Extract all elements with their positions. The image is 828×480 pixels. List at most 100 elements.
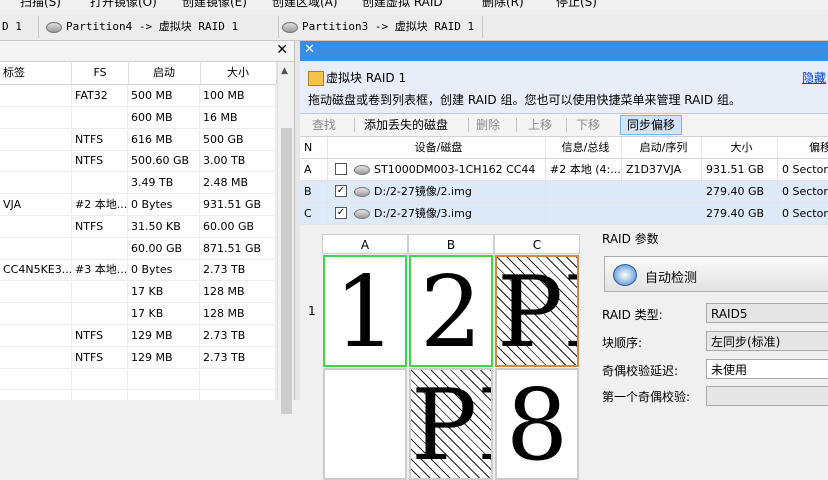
table-row[interactable]: CC4N5KE3... #3 本地... 0 Bytes 2.73 TB <box>0 259 276 282</box>
disk-checkbox[interactable] <box>335 163 347 175</box>
disk-checkbox[interactable]: ✓ <box>335 207 347 219</box>
cell-label <box>0 215 72 237</box>
col-fs[interactable]: FS <box>72 62 129 84</box>
table-row[interactable] <box>0 368 276 391</box>
col-offset[interactable]: 偏移 <box>778 137 828 158</box>
left-scrollbar[interactable]: ▲ <box>277 62 295 414</box>
cell-start <box>128 368 200 390</box>
disk-row[interactable]: BD:/2-27镜像/2.img279.40 GB0 Sectors✓ <box>300 181 828 203</box>
menu-create-image[interactable]: 创建镜像(E) <box>182 0 247 10</box>
first-parity-select[interactable] <box>706 386 828 406</box>
menu-stop[interactable]: 停止(S) <box>556 0 597 10</box>
parity-delay-select[interactable]: 未使用 <box>706 359 828 379</box>
col-serial[interactable]: 启动/序列 <box>622 137 702 158</box>
disk-table-header: N 设备/磁盘 信息/总线 启动/序列 大小 偏移 <box>300 137 828 159</box>
disk-cell-size: 279.40 GB <box>702 181 778 202</box>
col-disk-size[interactable]: 大小 <box>702 137 778 158</box>
grid-col-c: C <box>494 234 580 254</box>
cell-size: 2.73 TB <box>200 346 276 368</box>
cell-size: 500 GB <box>200 128 276 150</box>
add-missing-disk-button[interactable]: 添加丢失的磁盘 <box>358 114 454 136</box>
col-start[interactable]: 启动 <box>128 62 201 84</box>
disk-row[interactable]: A ST1000DM003-1CH162 CC44 #2 本地 (4:... Z1D3… <box>300 159 828 181</box>
pin-icon[interactable]: ✕ <box>304 42 315 57</box>
menu-scan[interactable]: 扫描(S) <box>20 0 61 10</box>
table-row[interactable]: VJA #2 本地... 0 Bytes 931.51 GB <box>0 194 276 216</box>
stripe-block[interactable]: 1 <box>323 255 407 367</box>
col-label[interactable]: 标签 <box>0 62 72 84</box>
table-row[interactable]: NTFS 31.50 KB 60.00 GB <box>0 215 276 238</box>
col-info[interactable]: 信息/总线 <box>546 137 622 158</box>
col-n[interactable]: N <box>300 137 328 158</box>
table-row[interactable]: 17 KB 128 MB <box>0 303 276 325</box>
cell-label <box>0 390 72 400</box>
menu-create-raid[interactable]: 创建虚拟 RAID <box>362 0 443 10</box>
table-row[interactable]: NTFS 616 MB 500 GB <box>0 128 276 151</box>
disk-checkbox[interactable]: ✓ <box>335 185 347 197</box>
col-size[interactable]: 大小 <box>200 62 277 84</box>
raid-type-label: RAID 类型: <box>602 308 663 322</box>
cell-start: 60.00 GB <box>128 237 200 259</box>
cell-label <box>0 303 72 324</box>
parity-block[interactable]: PD <box>409 368 493 480</box>
table-row[interactable]: 17 KB 128 MB <box>0 281 276 304</box>
raid-stripe-grid: A B C 1 1 2 PD PD 8 <box>300 226 590 480</box>
cell-start: 500 MB <box>128 85 200 106</box>
stripe-block[interactable]: 8 <box>495 368 579 480</box>
menubar: 扫描(S) 打开镜像(O) 创建镜像(E) 创建区域(A) 创建虚拟 RAID … <box>0 0 828 14</box>
cell-size <box>200 368 276 390</box>
raid-info-panel: 虚拟块 RAID 1 隐藏 拖动磁盘或卷到列表框，创建 RAID 组。您也可以使… <box>300 61 828 114</box>
cell-fs <box>72 303 128 324</box>
cell-fs <box>72 390 128 400</box>
tab-disk[interactable]: D 1 <box>0 16 39 38</box>
block-order-select[interactable]: 左同步(标准) <box>706 331 828 351</box>
table-row[interactable]: 60.00 GB 871.51 GB <box>0 237 276 260</box>
find-button[interactable]: 查找 <box>306 114 342 136</box>
menu-delete[interactable]: 删除(R) <box>482 0 524 10</box>
stripe-block[interactable]: 2 <box>409 255 493 367</box>
left-pane-header: ✕ <box>0 41 294 62</box>
cell-label <box>0 172 72 194</box>
delete-button[interactable]: 删除 <box>470 114 506 136</box>
move-down-button[interactable]: 下移 <box>570 114 606 136</box>
table-row[interactable]: NTFS 500.60 GB 3.00 TB <box>0 150 276 173</box>
block-order-label: 块顺序: <box>602 336 643 350</box>
cell-size: 128 MB <box>200 303 276 324</box>
parity-block[interactable]: PD <box>495 255 579 367</box>
cell-label <box>0 150 72 172</box>
raid-type-select[interactable]: RAID5 <box>706 303 828 323</box>
raid-description: 拖动磁盘或卷到列表框，创建 RAID 组。您也可以使用快捷菜单来管理 RAID … <box>308 93 741 107</box>
table-row[interactable]: FAT32 500 MB 100 MB <box>0 85 276 107</box>
table-row[interactable]: 3.49 TB 2.48 MB <box>0 172 276 195</box>
scroll-up-icon[interactable]: ▲ <box>281 66 288 76</box>
cell-size: 128 MB <box>200 281 276 303</box>
sync-offset-button[interactable]: 同步偏移 <box>620 115 683 135</box>
auto-detect-button[interactable]: 自动检测 <box>604 256 828 292</box>
scroll-thumb[interactable] <box>281 128 292 414</box>
tab-partition3[interactable]: Partition3 -> 虚拟块 RAID 1 <box>280 16 483 38</box>
cell-start: 17 KB <box>128 303 200 324</box>
raid-params: RAID 参数 自动检测 RAID 类型: RAID5 块顺序: 左同步(标准)… <box>590 226 828 406</box>
cell-start: 3.49 TB <box>128 172 200 194</box>
table-row[interactable]: NTFS 129 MB 2.73 TB <box>0 346 276 369</box>
table-row[interactable]: 600 MB 16 MB <box>0 106 276 129</box>
tab-partition4[interactable]: Partition4 -> 虚拟块 RAID 1 <box>44 16 279 38</box>
disk-row[interactable]: CD:/2-27镜像/3.img279.40 GB0 Sectors✓ <box>300 203 828 225</box>
move-up-button[interactable]: 上移 <box>522 114 558 136</box>
table-row[interactable] <box>0 390 276 400</box>
menu-open-image[interactable]: 打开镜像(O) <box>90 0 157 10</box>
menu-create-region[interactable]: 创建区域(A) <box>272 0 338 10</box>
hide-link[interactable]: 隐藏 <box>802 69 826 86</box>
disk-icon <box>282 21 298 33</box>
disk-cell-serial <box>622 203 702 224</box>
parity-delay-label: 奇偶校验延迟: <box>602 364 679 378</box>
first-parity-label: 第一个奇偶校验: <box>602 390 691 404</box>
cell-fs <box>72 172 128 194</box>
close-icon[interactable]: ✕ <box>276 42 288 58</box>
stripe-block[interactable] <box>323 368 407 480</box>
col-device[interactable]: 设备/磁盘 <box>328 137 546 158</box>
cell-size: 2.73 TB <box>200 324 276 346</box>
cell-size: 3.00 TB <box>200 150 276 172</box>
cell-size <box>200 390 276 400</box>
table-row[interactable]: NTFS 129 MB 2.73 TB <box>0 324 276 347</box>
